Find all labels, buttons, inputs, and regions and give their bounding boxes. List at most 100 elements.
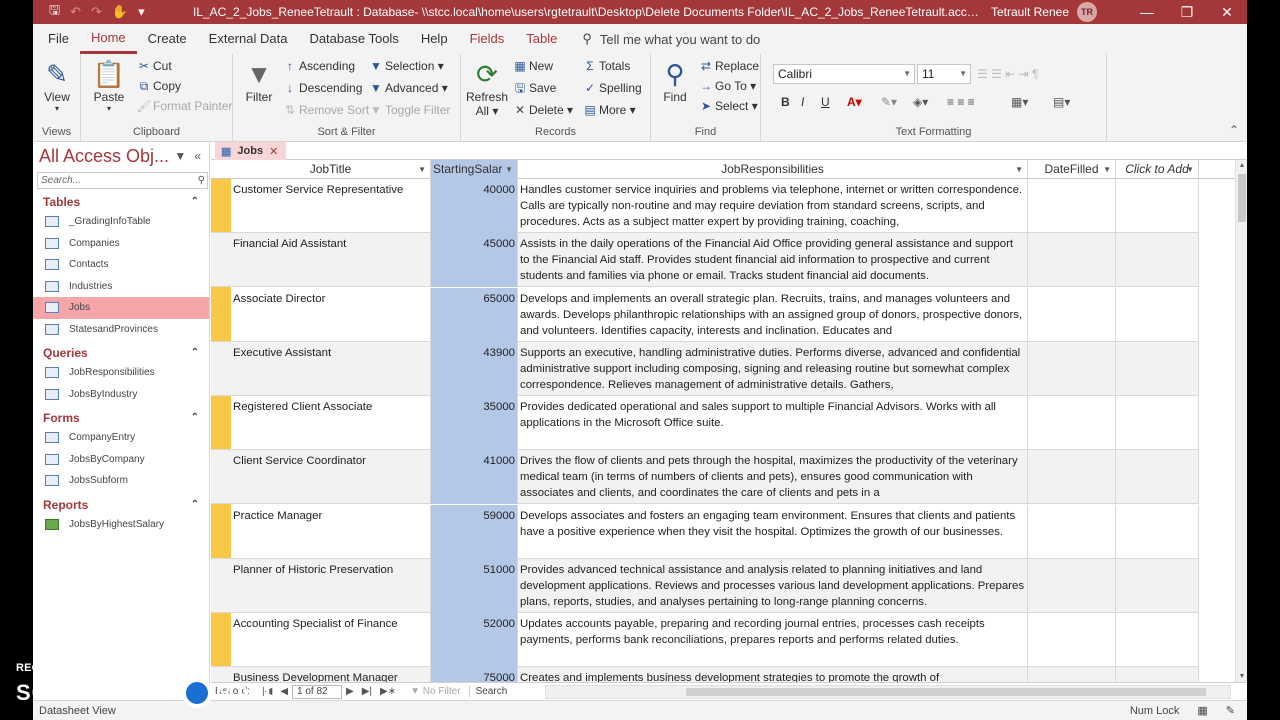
startingsalary-cell[interactable]: 59000	[431, 504, 518, 559]
view-button[interactable]: ✎ View ▾	[35, 58, 79, 113]
datefilled-cell[interactable]	[1028, 558, 1116, 613]
last-record-icon[interactable]: ▶|	[362, 686, 372, 697]
tab-external-data[interactable]: External Data	[198, 24, 299, 54]
tell-me-box[interactable]: ⚲ Tell me what you want to do	[582, 31, 760, 47]
advanced-button[interactable]: ▼ Advanced ▾	[367, 78, 448, 98]
find-button[interactable]: ⚲ Find	[653, 58, 697, 104]
record-search-input[interactable]: Search	[468, 686, 507, 697]
user-name[interactable]: Tetrault Renee	[991, 5, 1069, 19]
jobtitle-cell[interactable]: Associate Director	[231, 287, 431, 342]
nav-group-header[interactable]: Tables ⌃	[33, 193, 209, 211]
nav-item[interactable]: Jobs	[33, 297, 209, 319]
datefilled-cell[interactable]	[1028, 504, 1116, 559]
column-header-click-to-add[interactable]: Click to Add ▼	[1116, 160, 1199, 179]
horizontal-scroll-thumb[interactable]	[686, 687, 1207, 696]
datefilled-cell[interactable]	[1028, 287, 1116, 342]
click-to-add-cell[interactable]	[1116, 233, 1199, 288]
table-row[interactable]: Customer Service Representative 40000 Hand…	[211, 179, 1199, 234]
jobresponsibilities-cell[interactable]: Develops associates and fosters an engag…	[518, 504, 1028, 559]
collapse-chevron-icon[interactable]: ⌃	[191, 193, 199, 211]
cut-button[interactable]: ✂ Cut	[135, 56, 172, 76]
new-record-nav-icon[interactable]: ▶∗	[380, 686, 396, 697]
nav-item[interactable]: JobsByCompany	[33, 449, 209, 471]
shutter-bar-close-icon[interactable]: «	[194, 149, 201, 163]
jobtitle-cell[interactable]: Accounting Specialist of Finance	[231, 613, 431, 667]
startingsalary-cell[interactable]: 43900	[431, 341, 518, 396]
close-tab-icon[interactable]: ✕	[269, 145, 278, 158]
nav-item[interactable]: CompanyEntry	[33, 427, 209, 449]
click-to-add-cell[interactable]	[1116, 396, 1199, 450]
scroll-down-icon[interactable]: ▼	[1236, 673, 1247, 680]
jobtitle-cell[interactable]: Executive Assistant	[231, 341, 431, 396]
jobresponsibilities-cell[interactable]: Assists in the daily operations of the F…	[518, 233, 1028, 288]
jobtitle-cell[interactable]: Client Service Coordinator	[231, 450, 431, 505]
gridlines-button[interactable]: ▦▾	[1011, 92, 1028, 112]
avatar[interactable]: TR	[1077, 2, 1097, 22]
paste-button[interactable]: 📋 Paste ▾	[87, 58, 131, 113]
nav-item[interactable]: JobsSubform	[33, 470, 209, 492]
jobresponsibilities-cell[interactable]: Develops and implements an overall strat…	[518, 287, 1028, 342]
nav-group-header[interactable]: Reports ⌃	[33, 496, 209, 514]
nav-item[interactable]: Companies	[33, 233, 209, 255]
scroll-thumb[interactable]	[1238, 174, 1246, 222]
startingsalary-cell[interactable]: 35000	[431, 396, 518, 450]
new-record-button[interactable]: ▦ New	[511, 56, 553, 76]
click-to-add-cell[interactable]	[1116, 558, 1199, 613]
click-to-add-cell[interactable]	[1116, 613, 1199, 667]
table-row[interactable]: Practice Manager 59000 Develops associates…	[211, 504, 1199, 559]
startingsalary-cell[interactable]: 75000	[431, 667, 518, 682]
font-size-select[interactable]: 11 ▼	[917, 64, 971, 84]
descending-button[interactable]: ↓ Descending	[281, 78, 362, 98]
delete-record-button[interactable]: ✕ Delete ▾	[511, 100, 573, 120]
filter-button[interactable]: ▼ Filter	[237, 58, 281, 104]
click-to-add-cell[interactable]	[1116, 504, 1199, 559]
jobtitle-cell[interactable]: Financial Aid Assistant	[231, 233, 431, 288]
table-row[interactable]: Accounting Specialist of Finance 52000 Upd…	[211, 613, 1199, 668]
collapse-chevron-icon[interactable]: ⌃	[191, 409, 199, 427]
refresh-all-button[interactable]: ⟳ Refresh All ▾	[465, 58, 509, 118]
datefilled-cell[interactable]	[1028, 233, 1116, 288]
minimize-button[interactable]: —	[1127, 4, 1167, 20]
tab-jobs[interactable]: ▦ Jobs ✕	[215, 142, 287, 160]
italic-button[interactable]: I	[801, 92, 804, 112]
startingsalary-cell[interactable]: 65000	[431, 287, 518, 342]
click-to-add-cell[interactable]	[1116, 450, 1199, 505]
jobtitle-cell[interactable]: Practice Manager	[231, 504, 431, 559]
close-button[interactable]: ✕	[1207, 4, 1247, 21]
jobresponsibilities-cell[interactable]: Handles customer service inquiries and p…	[518, 179, 1028, 233]
next-record-icon[interactable]: ▶	[346, 686, 354, 697]
nav-header[interactable]: All Access Obj... ▼ «	[33, 142, 209, 170]
nav-item[interactable]: Contacts	[33, 254, 209, 276]
datefilled-cell[interactable]	[1028, 450, 1116, 505]
tab-table[interactable]: Table	[515, 24, 568, 54]
table-row[interactable]: Business Development Manager 75000 Creates…	[211, 667, 1199, 682]
table-row[interactable]: Associate Director 65000 Develops and impl…	[211, 287, 1199, 342]
horizontal-scrollbar[interactable]	[545, 684, 1231, 699]
table-row[interactable]: Registered Client Associate 35000 Provides…	[211, 396, 1199, 451]
click-to-add-cell[interactable]	[1116, 341, 1199, 396]
jobresponsibilities-cell[interactable]: Provides advanced technical assistance a…	[518, 558, 1028, 613]
goto-button[interactable]: → Go To ▾	[697, 76, 756, 96]
tab-database-tools[interactable]: Database Tools	[298, 24, 409, 54]
tab-help[interactable]: Help	[410, 24, 459, 54]
nav-item[interactable]: _GradingInfoTable	[33, 211, 209, 233]
replace-button[interactable]: ⇄ Replace	[697, 56, 759, 76]
copy-button[interactable]: ⧉ Copy	[135, 76, 181, 96]
jobresponsibilities-cell[interactable]: Supports an executive, handling administ…	[518, 341, 1028, 396]
collapse-chevron-icon[interactable]: ⌃	[191, 344, 199, 362]
nav-menu-icon[interactable]: ▼	[174, 149, 186, 163]
column-header-startingsalary[interactable]: StartingSalar ▼	[431, 160, 518, 179]
column-header-datefilled[interactable]: DateFilled ▼	[1028, 160, 1116, 179]
save-record-button[interactable]: 🖫 Save	[511, 78, 556, 98]
font-color-button[interactable]: A▾	[847, 92, 862, 112]
startingsalary-cell[interactable]: 52000	[431, 613, 518, 667]
more-button[interactable]: ▤ More ▾	[581, 100, 635, 120]
startingsalary-cell[interactable]: 41000	[431, 450, 518, 505]
ascending-button[interactable]: ↑ Ascending	[281, 56, 355, 76]
no-filter-indicator[interactable]: ▼ No Filter	[410, 686, 460, 697]
nav-title[interactable]: All Access Obj...	[39, 146, 174, 167]
startingsalary-cell[interactable]: 51000	[431, 558, 518, 613]
jobresponsibilities-cell[interactable]: Updates accounts payable, preparing and …	[518, 613, 1028, 667]
bold-button[interactable]: B	[781, 92, 790, 112]
tab-home[interactable]: Home	[79, 24, 137, 54]
